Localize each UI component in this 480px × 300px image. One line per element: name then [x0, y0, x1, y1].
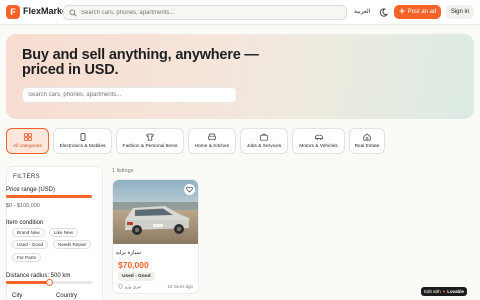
- listing-card[interactable]: سيارة برايد $70,000 Used - Good تيزي وزو…: [112, 179, 199, 294]
- top-navbar: F FlexMarket العربية Post an ad Sign in: [0, 0, 480, 25]
- hero-search-bar[interactable]: [22, 87, 237, 103]
- price-range-slider[interactable]: [6, 195, 92, 198]
- header-search-input[interactable]: [81, 9, 321, 16]
- grid-icon: [23, 133, 32, 141]
- listing-location: تيزي وزو: [118, 283, 141, 290]
- category-jobs-services[interactable]: Jobs & Services: [240, 128, 288, 154]
- item-condition-label: Item condition: [6, 220, 44, 226]
- category-motors-vehicles[interactable]: Motors & Vehicles: [292, 128, 345, 154]
- edit-with-lovable-badge[interactable]: Edit with ♥ Lovable: [421, 287, 467, 296]
- category-electronics[interactable]: Electronics & Mobiles: [53, 128, 112, 154]
- category-all[interactable]: All categories: [6, 128, 49, 154]
- condition-chip-needs-repair[interactable]: Needs Repair: [53, 240, 92, 249]
- hero-banner: Buy and sell anything, anywhere — priced…: [6, 34, 474, 119]
- language-switch[interactable]: العربية: [354, 8, 370, 15]
- post-ad-label: Post an ad: [407, 9, 437, 15]
- category-label: All categories: [13, 144, 42, 149]
- listing-condition-badge: Used - Good: [118, 272, 155, 281]
- hero-search-input[interactable]: [28, 92, 228, 98]
- condition-chip-brand-new[interactable]: Brand New: [12, 228, 45, 237]
- badge-name: Lovable: [447, 289, 464, 294]
- country-label: Country: [56, 293, 78, 299]
- search-icon: [69, 9, 77, 17]
- theme-toggle-icon[interactable]: [377, 6, 389, 18]
- listing-time: 13 hours ago: [167, 284, 193, 289]
- listing-price: $70,000: [118, 260, 149, 270]
- sofa-icon: [208, 133, 216, 141]
- condition-chip-like-new[interactable]: Like New: [49, 228, 78, 237]
- phone-icon: [79, 133, 87, 141]
- house-icon: [363, 133, 371, 141]
- distance-radius-slider[interactable]: [6, 279, 92, 286]
- heart-icon: ♥: [442, 289, 446, 294]
- price-range-value: $0 - $100,000: [6, 203, 40, 209]
- briefcase-icon: [260, 133, 268, 141]
- car-icon: [314, 133, 323, 141]
- favorite-heart-icon[interactable]: [184, 184, 195, 195]
- distance-radius-label: Distance radius: 500 km: [6, 273, 71, 279]
- category-fashion[interactable]: Fashion & Personal Items: [116, 128, 184, 154]
- condition-chip-for-parts[interactable]: For Parts: [12, 253, 41, 262]
- header-search-bar[interactable]: [63, 5, 347, 20]
- sign-in-button[interactable]: Sign in: [446, 5, 474, 19]
- price-range-fill: [6, 195, 92, 198]
- post-ad-button[interactable]: Post an ad: [394, 5, 441, 19]
- category-label: Home & Kitchen: [194, 144, 230, 149]
- price-range-label: Price range (USD): [6, 187, 56, 193]
- logo-icon[interactable]: F: [6, 5, 20, 19]
- category-label: Jobs & Services: [246, 144, 282, 149]
- category-label: Real Estate: [354, 144, 380, 149]
- category-label: Motors & Vehicles: [299, 144, 338, 149]
- listings-count: 1 listings: [112, 168, 134, 174]
- category-home-kitchen[interactable]: Home & Kitchen: [188, 128, 236, 154]
- category-real-estate[interactable]: Real Estate: [349, 128, 385, 154]
- hero-title: Buy and sell anything, anywhere — priced…: [22, 47, 259, 78]
- badge-prefix: Edit with: [424, 289, 441, 294]
- distance-radius-handle[interactable]: [45, 279, 53, 286]
- category-label: Electronics & Mobiles: [59, 144, 106, 149]
- category-bar: All categories Electronics & Mobiles Fas…: [6, 128, 385, 154]
- filters-heading: FILTERS: [13, 174, 41, 180]
- location-pin-icon: [118, 283, 123, 290]
- shirt-icon: [146, 133, 154, 141]
- condition-chip-used-good[interactable]: Used - Good: [12, 240, 49, 249]
- category-label: Fashion & Personal Items: [122, 144, 178, 149]
- listing-location-text: تيزي وزو: [125, 284, 141, 289]
- plus-icon: [399, 8, 405, 16]
- distance-radius-fill: [6, 281, 49, 284]
- city-label: City: [12, 293, 23, 299]
- listing-title[interactable]: سيارة برايد: [115, 250, 141, 256]
